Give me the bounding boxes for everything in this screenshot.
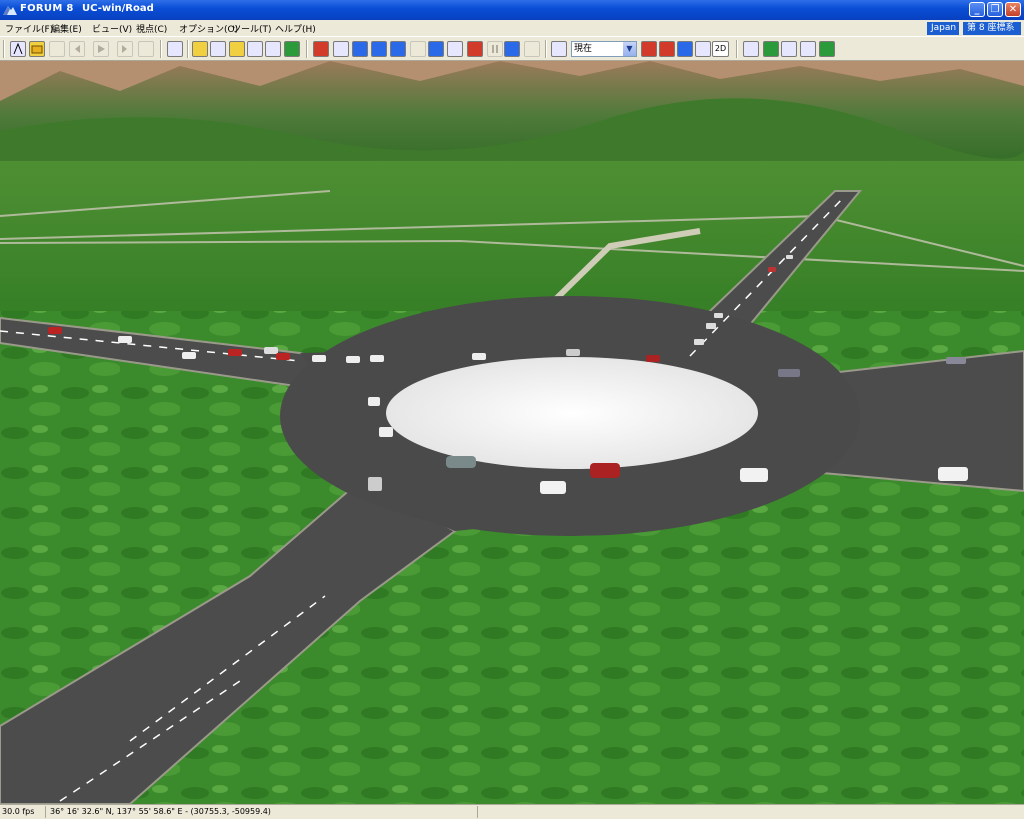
title-bar[interactable]: FORUM 8 UC-win/Road _ ❐ ✕ bbox=[0, 0, 1024, 20]
camera-button[interactable] bbox=[551, 41, 567, 57]
play-icon bbox=[98, 45, 105, 53]
cross-section-button[interactable] bbox=[210, 41, 226, 57]
app-logo-icon bbox=[3, 6, 17, 15]
toolbar-separator bbox=[160, 40, 162, 58]
menu-options[interactable]: オプション(O) bbox=[179, 22, 238, 35]
play-button[interactable] bbox=[93, 41, 109, 57]
pedestrian-button[interactable] bbox=[800, 41, 816, 57]
walker-button[interactable] bbox=[781, 41, 797, 57]
menu-file[interactable]: ファイル(F) bbox=[5, 22, 53, 35]
flag-button[interactable] bbox=[695, 41, 711, 57]
minimize-button[interactable]: _ bbox=[969, 2, 985, 17]
vegetation-button[interactable] bbox=[819, 41, 835, 57]
minimize-icon: _ bbox=[974, 4, 980, 15]
viewpoint-select[interactable]: 現在 ▼ bbox=[571, 41, 637, 57]
restore-icon: ❐ bbox=[990, 4, 1000, 15]
play-start-button[interactable] bbox=[49, 41, 65, 57]
pan-button[interactable] bbox=[410, 41, 426, 57]
model-button[interactable] bbox=[247, 41, 263, 57]
drive-car-button[interactable] bbox=[504, 41, 520, 57]
step-forward-icon bbox=[122, 45, 127, 53]
pause-button[interactable] bbox=[487, 41, 503, 57]
navigation-button[interactable] bbox=[352, 41, 368, 57]
record-button[interactable] bbox=[641, 41, 657, 57]
status-empty bbox=[480, 806, 1024, 818]
pause-icon bbox=[492, 45, 498, 53]
close-icon: ✕ bbox=[1008, 4, 1018, 15]
globe-button[interactable] bbox=[428, 41, 444, 57]
3d-scene[interactable] bbox=[0, 61, 1024, 804]
toolbar-separator bbox=[187, 40, 189, 58]
person-button[interactable] bbox=[447, 41, 463, 57]
tree-button[interactable] bbox=[284, 41, 300, 57]
window-title: FORUM 8 bbox=[20, 3, 74, 14]
menu-bar: ファイル(F) 編集(E) ビュー(V) 視点(C) オプション(O) ツール(… bbox=[0, 20, 1024, 36]
open-button[interactable] bbox=[29, 41, 45, 57]
road-icon bbox=[13, 43, 23, 55]
map-button[interactable] bbox=[743, 41, 759, 57]
flight-button[interactable] bbox=[524, 41, 540, 57]
new-road-button[interactable] bbox=[10, 41, 26, 57]
viewpoint-select-value: 現在 bbox=[574, 44, 593, 54]
menu-edit[interactable]: 編集(E) bbox=[51, 22, 82, 35]
region-badge[interactable]: Japan bbox=[927, 22, 959, 35]
texture-button[interactable] bbox=[229, 41, 245, 57]
step-back-icon bbox=[75, 45, 80, 53]
move-button[interactable] bbox=[371, 41, 387, 57]
grid-button[interactable] bbox=[763, 41, 779, 57]
view-2d-button[interactable]: 2D bbox=[712, 41, 729, 57]
window-subtitle: UC-win/Road bbox=[82, 3, 154, 14]
menu-tools[interactable]: ツール(T) bbox=[232, 22, 272, 35]
restore-button[interactable]: ❐ bbox=[987, 2, 1003, 17]
traffic-generator-button[interactable] bbox=[313, 41, 329, 57]
pause-record-button[interactable] bbox=[659, 41, 675, 57]
road-editor-button[interactable] bbox=[167, 41, 183, 57]
folder-icon bbox=[31, 45, 43, 54]
toolbar-separator bbox=[545, 40, 547, 58]
toolbar-separator bbox=[736, 40, 738, 58]
menu-view[interactable]: ビュー(V) bbox=[92, 22, 132, 35]
toolbar: 現在 ▼ 2D bbox=[0, 36, 1024, 61]
fps-readout: 30.0 fps bbox=[0, 806, 46, 818]
terrain-button[interactable] bbox=[192, 41, 208, 57]
close-button[interactable]: ✕ bbox=[1005, 2, 1021, 17]
route-button[interactable] bbox=[333, 41, 349, 57]
menu-viewpoint[interactable]: 視点(C) bbox=[136, 22, 167, 35]
toolbar-grip bbox=[3, 40, 5, 58]
toolbar-separator bbox=[306, 40, 308, 58]
roundabout-island bbox=[386, 357, 758, 469]
intersection-button[interactable] bbox=[265, 41, 281, 57]
stop-button[interactable] bbox=[138, 41, 154, 57]
menu-help[interactable]: ヘルプ(H) bbox=[275, 22, 316, 35]
rewind-button[interactable] bbox=[677, 41, 693, 57]
coordinate-readout: 36° 16' 32.6" N, 137° 55' 58.6" E - (307… bbox=[48, 806, 478, 818]
chevron-down-icon[interactable]: ▼ bbox=[623, 42, 636, 56]
step-back-button[interactable] bbox=[69, 41, 85, 57]
vehicle-button[interactable] bbox=[390, 41, 406, 57]
3d-viewport[interactable] bbox=[0, 61, 1024, 804]
status-bar: 30.0 fps 36° 16' 32.6" N, 137° 55' 58.6"… bbox=[0, 804, 1024, 819]
step-forward-button[interactable] bbox=[117, 41, 133, 57]
coordinate-system-badge[interactable]: 第 8 座標系 bbox=[963, 22, 1021, 35]
steering-button[interactable] bbox=[467, 41, 483, 57]
